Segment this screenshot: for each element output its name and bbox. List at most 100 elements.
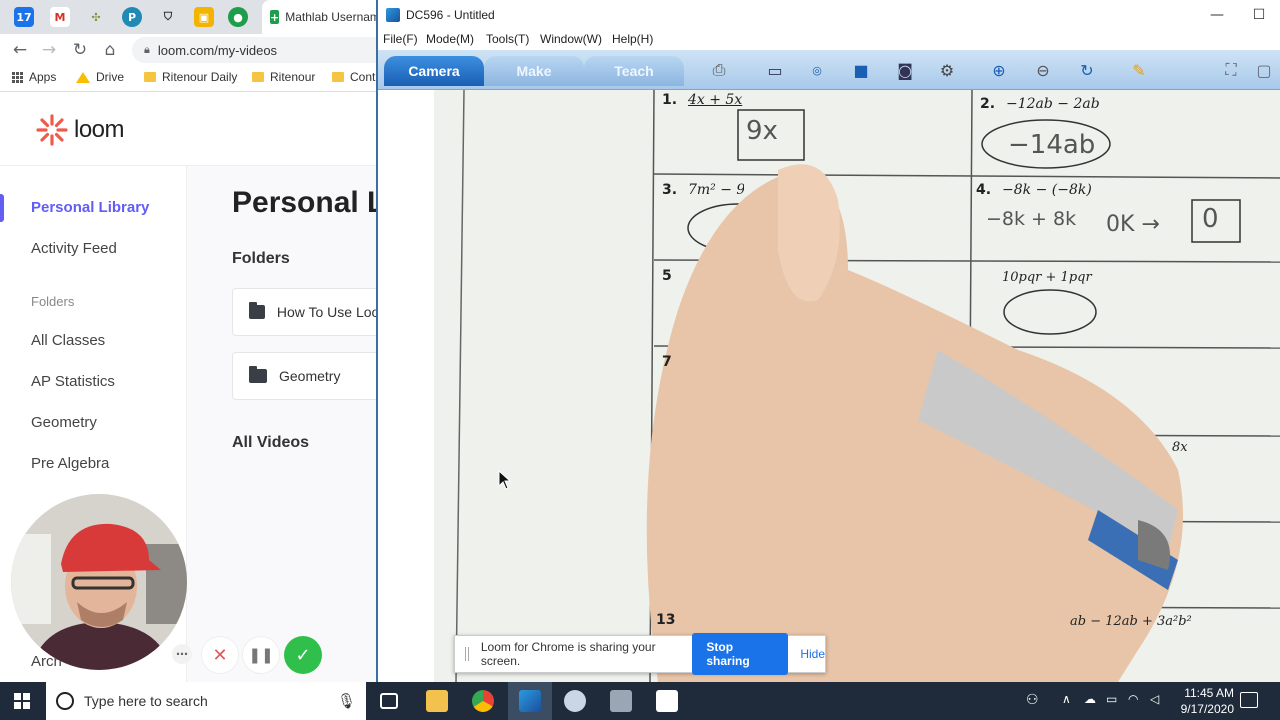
tab-camera[interactable]: Camera — [384, 56, 484, 86]
webcam-bubble[interactable] — [11, 494, 187, 670]
mouse-cursor-icon — [498, 470, 512, 490]
sidebar-item-pre-algebra[interactable]: Pre Algebra — [31, 455, 109, 472]
bookmark-cont[interactable]: Cont — [332, 70, 375, 84]
onedrive-icon[interactable]: ☁ — [1084, 692, 1096, 706]
paint-icon[interactable] — [564, 690, 586, 712]
back-arrow-icon[interactable]: ← — [9, 39, 31, 61]
home-icon[interactable]: ⌂ — [99, 39, 121, 61]
bookmark-ritenour[interactable]: Ritenour — [252, 70, 315, 84]
file-explorer-icon[interactable] — [426, 690, 448, 712]
wifi-icon[interactable]: ◠ — [1128, 692, 1138, 706]
loom-logo[interactable]: loom — [36, 114, 125, 146]
taskbar-search-input[interactable]: Type here to search 🎙︎ — [46, 682, 366, 720]
browser-toolbar: ← → ↻ ⌂ 🔒︎ loom.com/my-videos — [0, 34, 376, 64]
taskbar-clock[interactable]: 11:45 AM 9/17/2020 — [1181, 685, 1234, 717]
sidebar-item-geometry[interactable]: Geometry — [31, 414, 97, 431]
minimize-icon[interactable]: — — [1202, 4, 1232, 26]
clock-time: 11:45 AM — [1184, 686, 1234, 700]
folder-icon — [332, 72, 344, 82]
battery-icon[interactable]: ▭ — [1106, 692, 1117, 706]
sidebar-item-personal-library[interactable]: Personal Library — [31, 199, 149, 216]
more-options-icon[interactable]: ⋯ — [172, 644, 192, 664]
menu-help[interactable]: Help(H) — [612, 32, 653, 46]
problem-14-expression: ab − 12ab + 3a²b² — [1070, 614, 1192, 629]
microphone-icon[interactable]: 🎙︎ — [337, 692, 356, 710]
drag-handle-icon[interactable] — [465, 647, 469, 661]
pen-icon[interactable]: ✎ — [1124, 56, 1154, 84]
finish-recording-button[interactable]: ✓ — [284, 636, 322, 674]
problem-7-label: 7 — [662, 354, 672, 370]
gmail-icon[interactable]: M — [50, 7, 70, 27]
zoom-in-icon[interactable]: ⊕ — [984, 56, 1014, 84]
fullscreen-icon[interactable]: ⛶ — [1216, 56, 1246, 84]
camera-icon[interactable]: ◙ — [890, 56, 920, 84]
calculator-icon[interactable] — [610, 690, 632, 712]
problem-1-label: 1. — [662, 92, 678, 108]
zoom-out-icon[interactable]: ⊖ — [1028, 56, 1058, 84]
active-tab-title: Mathlab Username — [285, 10, 376, 24]
meet-icon[interactable]: ● — [228, 7, 248, 27]
film-icon[interactable]: ⚙ — [932, 56, 962, 84]
notifications-icon[interactable] — [1240, 692, 1258, 708]
freeze-icon[interactable]: ■ — [846, 56, 876, 84]
sidebar-item-all-classes[interactable]: All Classes — [31, 332, 105, 349]
menu-mode[interactable]: Mode(M) — [426, 32, 474, 46]
maximize-icon[interactable]: ☐ — [1244, 4, 1274, 26]
problem-5-label: 5 — [662, 268, 672, 284]
rotate-icon[interactable]: ↻ — [1072, 56, 1102, 84]
reload-icon[interactable]: ↻ — [69, 39, 91, 61]
people-icon[interactable]: ⚇ — [1026, 692, 1039, 708]
p-icon[interactable]: P — [122, 7, 142, 27]
calendar-icon[interactable]: 17 — [14, 7, 34, 27]
chrome-icon[interactable] — [472, 690, 494, 712]
cancel-recording-button[interactable]: ✕ — [201, 636, 239, 674]
tab-make[interactable]: Make — [484, 56, 584, 86]
address-bar[interactable]: 🔒︎ loom.com/my-videos — [132, 37, 376, 63]
active-indicator — [0, 194, 4, 222]
stop-sharing-button[interactable]: Stop sharing — [692, 633, 789, 675]
bookmark-drive[interactable]: Drive — [76, 70, 124, 84]
bookmark-apps[interactable]: Apps — [12, 70, 56, 84]
windows-start-icon[interactable] — [14, 693, 30, 709]
shield-icon[interactable]: ⛉ — [158, 7, 178, 27]
extension-icon[interactable]: ✣ — [86, 7, 106, 27]
menu-file[interactable]: File(F) — [383, 32, 418, 46]
problem-8-fragment: 8x — [1172, 440, 1188, 455]
task-view-icon[interactable] — [380, 693, 398, 709]
lock-toolbar-icon[interactable]: ▢ — [1252, 56, 1276, 84]
notepad-icon[interactable] — [656, 690, 678, 712]
folder-card-how-to-use[interactable]: How To Use Loom — [232, 288, 376, 336]
page-title: Personal Library — [232, 186, 376, 219]
forward-arrow-icon[interactable]: → — [38, 39, 60, 61]
menu-tools[interactable]: Tools(T) — [486, 32, 529, 46]
active-tab[interactable]: + Mathlab Username — [262, 0, 376, 34]
app-titlebar: DC596 - Untitled — ☐ — [378, 0, 1280, 30]
bookmark-label: Cont — [350, 70, 376, 84]
problem-3-label: 3. — [662, 182, 678, 198]
app-title: DC596 - Untitled — [406, 8, 495, 22]
problem-13-label: 13 — [656, 612, 676, 628]
chevron-up-icon[interactable]: ∧ — [1062, 692, 1071, 706]
tab-teach[interactable]: Teach — [584, 56, 684, 86]
bookmark-ritenour-daily[interactable]: Ritenour Daily — [144, 70, 237, 84]
menu-window[interactable]: Window(W) — [540, 32, 602, 46]
hide-button[interactable]: Hide — [800, 647, 825, 661]
dc596-taskbar-icon[interactable] — [519, 690, 541, 712]
tab-strip: 17 M ✣ P ⛉ ▣ ● + Mathlab Username — [0, 0, 376, 34]
folder-card-geometry[interactable]: Geometry — [232, 352, 376, 400]
sidebar-item-activity-feed[interactable]: Activity Feed — [31, 240, 117, 257]
sidebar-item-ap-statistics[interactable]: AP Statistics — [31, 373, 115, 390]
problem-4-work: −8k + 8k — [986, 208, 1077, 230]
search-placeholder: Type here to search — [84, 693, 208, 709]
volume-icon[interactable]: ◁ — [1150, 692, 1159, 706]
print-icon[interactable]: ⎙ — [704, 56, 734, 84]
folder-icon — [144, 72, 156, 82]
problem-4-label: 4. — [976, 182, 992, 198]
pause-recording-button[interactable]: ❚❚ — [242, 636, 280, 674]
dc596-window: DC596 - Untitled — ☐ File(F) Mode(M) Too… — [376, 0, 1280, 682]
share-message: Loom for Chrome is sharing your screen. — [480, 640, 656, 668]
monitor-icon[interactable]: ▭ — [760, 56, 790, 84]
autofocus-icon[interactable]: ◎ — [802, 56, 832, 84]
classroom-icon[interactable]: ▣ — [194, 7, 214, 27]
app-logo-icon — [386, 8, 400, 22]
